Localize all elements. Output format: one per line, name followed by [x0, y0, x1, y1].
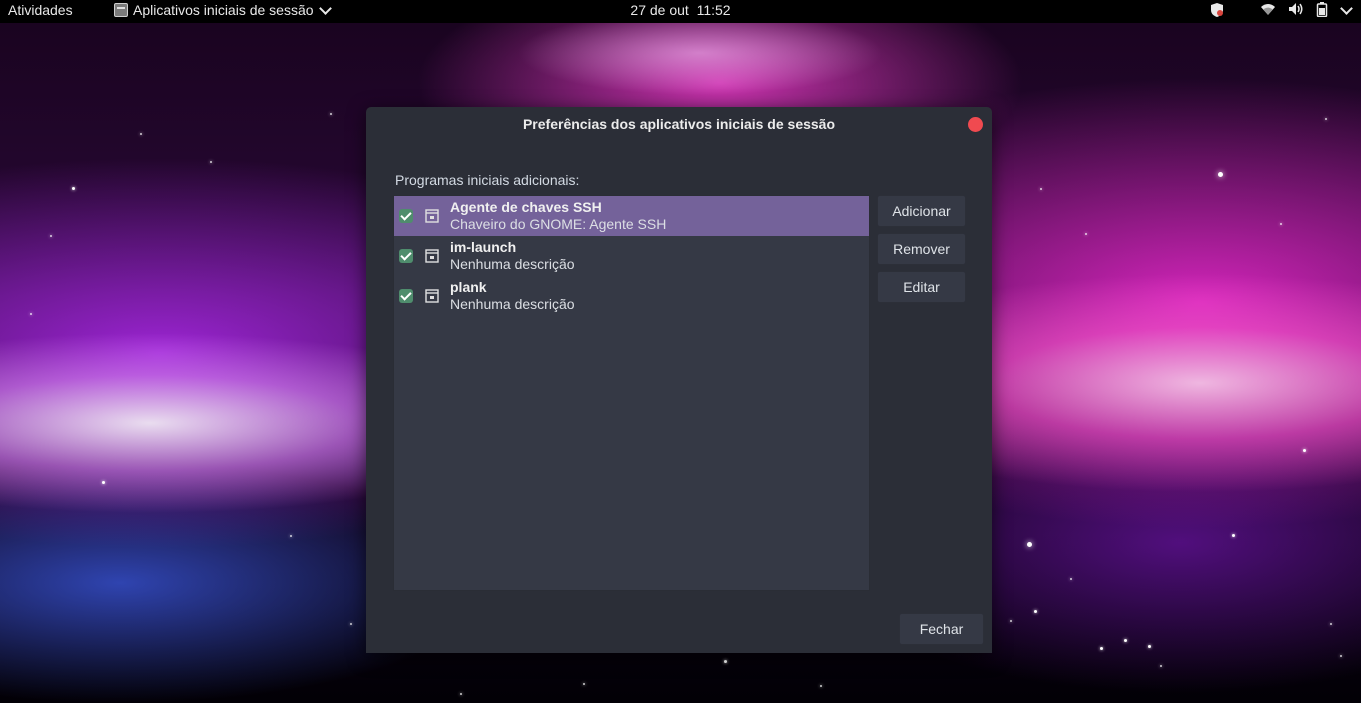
- enabled-checkbox[interactable]: [399, 289, 413, 303]
- chevron-down-icon[interactable]: [1340, 1, 1353, 15]
- app-menu-label: Aplicativos iniciais de sessão: [133, 2, 314, 18]
- battery-icon[interactable]: [1316, 2, 1332, 18]
- shield-icon[interactable]: [1210, 2, 1226, 18]
- clock-button[interactable]: 27 de out 11:52: [630, 2, 730, 18]
- item-description: Nenhuma descrição: [450, 296, 575, 312]
- item-name: plank: [450, 279, 487, 295]
- wifi-icon[interactable]: [1260, 2, 1276, 18]
- dialog-title: Preferências dos aplicativos iniciais de…: [522, 116, 836, 132]
- item-description: Nenhuma descrição: [450, 256, 575, 272]
- app-icon: [114, 3, 128, 17]
- close-window-button[interactable]: [968, 117, 983, 132]
- application-icon: [425, 249, 439, 263]
- activities-button[interactable]: Atividades: [8, 0, 73, 20]
- application-icon: [425, 289, 439, 303]
- volume-icon[interactable]: [1288, 2, 1304, 18]
- item-name: im-launch: [450, 239, 517, 255]
- top-bar: Atividades Aplicativos iniciais de sessã…: [0, 0, 1361, 23]
- item-name: Agente de chaves SSH: [450, 199, 602, 215]
- system-tray[interactable]: [1210, 0, 1353, 20]
- add-button[interactable]: Adicionar: [877, 195, 966, 227]
- startup-apps-dialog: Preferências dos aplicativos iniciais de…: [366, 107, 992, 653]
- clock-time: 11:52: [696, 2, 731, 18]
- enabled-checkbox[interactable]: [399, 209, 413, 223]
- list-item[interactable]: im-launch Nenhuma descrição: [394, 236, 869, 276]
- close-button[interactable]: Fechar: [899, 613, 984, 645]
- chevron-down-icon: [318, 1, 332, 15]
- edit-button[interactable]: Editar: [877, 271, 966, 303]
- startup-programs-list[interactable]: Agente de chaves SSH Chaveiro do GNOME: …: [393, 195, 870, 591]
- clock-date: 27 de out: [630, 2, 689, 18]
- application-icon: [425, 209, 439, 223]
- list-item[interactable]: plank Nenhuma descrição: [394, 276, 869, 316]
- dialog-titlebar[interactable]: Preferências dos aplicativos iniciais de…: [366, 107, 992, 143]
- section-label: Programas iniciais adicionais:: [395, 172, 580, 188]
- enabled-checkbox[interactable]: [399, 249, 413, 263]
- item-description: Chaveiro do GNOME: Agente SSH: [450, 216, 667, 232]
- app-menu[interactable]: Aplicativos iniciais de sessão: [114, 0, 332, 20]
- remove-button[interactable]: Remover: [877, 233, 966, 265]
- list-item[interactable]: Agente de chaves SSH Chaveiro do GNOME: …: [394, 196, 869, 236]
